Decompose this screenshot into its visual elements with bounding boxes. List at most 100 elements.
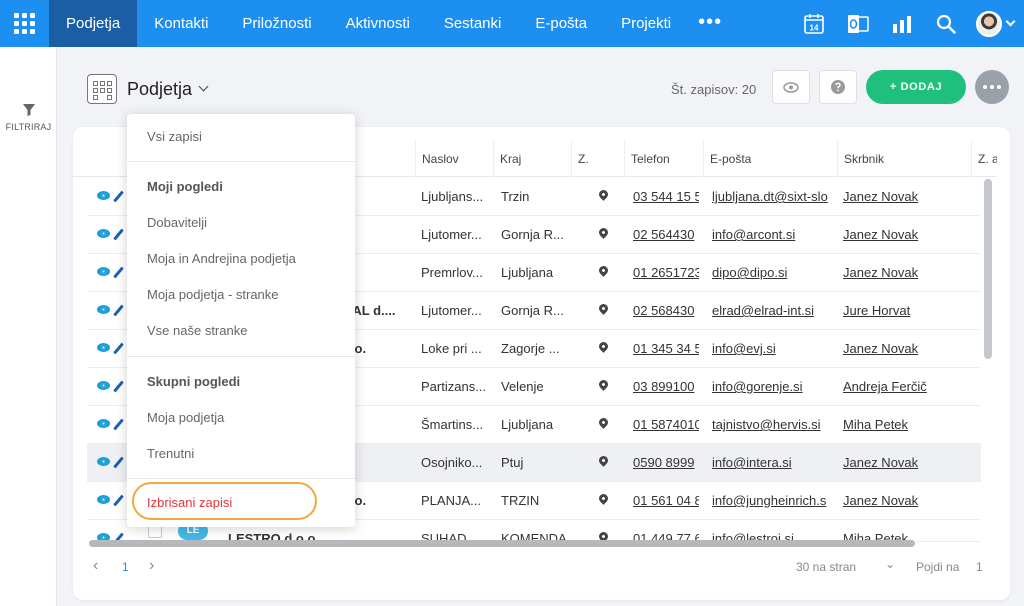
filter-button[interactable]: FILTRIRAJ [0, 103, 57, 132]
eye-icon[interactable] [97, 191, 110, 200]
nav-sestanki[interactable]: Sestanki [427, 0, 519, 47]
cell-telefon[interactable]: 01 345 34 5 [633, 330, 699, 367]
cell-skrbnik[interactable]: Janez Novak [843, 216, 961, 253]
eye-icon[interactable] [97, 495, 110, 504]
map-pin-icon[interactable] [597, 378, 610, 391]
horizontal-scrollbar[interactable] [89, 540, 915, 547]
reports-chart-icon[interactable] [880, 0, 924, 47]
cell-telefon[interactable]: 03 544 15 5 [633, 178, 699, 215]
preview-toggle-button[interactable] [772, 70, 810, 104]
cell-skrbnik[interactable]: Andreja Ferčič [843, 368, 961, 405]
cell-telefon[interactable]: 03 899100 [633, 368, 699, 405]
cell-eposta[interactable]: info@gorenje.si [712, 368, 831, 405]
vertical-scrollbar[interactable] [984, 179, 992, 359]
cell-skrbnik[interactable]: Janez Novak [843, 178, 961, 215]
eye-icon[interactable] [97, 419, 110, 428]
nav-aktivnosti[interactable]: Aktivnosti [329, 0, 427, 47]
map-pin-icon[interactable] [597, 302, 610, 315]
user-menu[interactable] [968, 0, 1024, 47]
cell-eposta[interactable]: tajnistvo@hervis.si [712, 406, 831, 443]
map-pin-icon[interactable] [597, 340, 610, 353]
col-kraj[interactable]: Kraj [493, 141, 571, 177]
eye-icon[interactable] [97, 457, 110, 466]
page-title[interactable]: Podjetja [127, 79, 192, 100]
edit-icon[interactable] [113, 342, 124, 355]
cell-eposta[interactable]: info@intera.si [712, 444, 831, 481]
edit-icon[interactable] [113, 190, 124, 203]
cell-eposta[interactable]: info@evj.si [712, 330, 831, 367]
view-selector[interactable]: Podjetja [87, 72, 209, 106]
help-button[interactable] [819, 70, 857, 104]
cell-skrbnik[interactable]: Janez Novak [843, 444, 961, 481]
col-eposta[interactable]: E-pošta [703, 141, 837, 177]
edit-icon[interactable] [113, 456, 124, 469]
current-page[interactable]: 1 [122, 560, 129, 574]
cell-telefon[interactable]: 02 564430 [633, 216, 699, 253]
view-trenutni[interactable]: Trenutni [147, 446, 194, 461]
cell-eposta[interactable]: info@lestroi.si [712, 520, 831, 541]
edit-icon[interactable] [113, 304, 124, 317]
map-pin-icon[interactable] [597, 492, 610, 505]
cell-telefon[interactable]: 0590 8999 [633, 444, 699, 481]
outlook-icon[interactable] [836, 0, 880, 47]
avatar[interactable] [976, 10, 1002, 37]
cell-telefon[interactable]: 01 449 77 6 [633, 520, 699, 541]
map-pin-icon[interactable] [597, 264, 610, 277]
eye-icon[interactable] [97, 381, 110, 390]
map-pin-icon[interactable] [597, 454, 610, 467]
view-moja-in-andrejina[interactable]: Moja in Andrejina podjetja [147, 251, 296, 266]
cell-eposta[interactable]: ljubljana.dt@sixt-slo [712, 178, 831, 215]
cell-skrbnik[interactable]: Miha Petek [843, 520, 961, 541]
nav-eposta[interactable]: E-pošta [518, 0, 604, 47]
eye-icon[interactable] [97, 343, 110, 352]
cell-telefon[interactable]: 02 568430 [633, 292, 699, 329]
edit-icon[interactable] [113, 380, 124, 393]
goto-input[interactable]: 1 [976, 560, 983, 574]
edit-icon[interactable] [113, 418, 124, 431]
chevron-down-icon[interactable]: ⌄ [885, 557, 895, 571]
cell-eposta[interactable]: elrad@elrad-int.si [712, 292, 831, 329]
cell-telefon[interactable]: 01 561 04 8 [633, 482, 699, 519]
view-moja-podjetja[interactable]: Moja podjetja [147, 410, 224, 425]
cell-skrbnik[interactable]: Janez Novak [843, 482, 961, 519]
cell-eposta[interactable]: dipo@dipo.si [712, 254, 831, 291]
map-pin-icon[interactable] [597, 416, 610, 429]
edit-icon[interactable] [113, 228, 124, 241]
nav-podjetja[interactable]: Podjetja [49, 0, 138, 47]
view-dobavitelji[interactable]: Dobavitelji [147, 215, 207, 230]
nav-more-button[interactable]: ••• [688, 0, 732, 47]
more-actions-button[interactable] [975, 70, 1009, 104]
view-deleted-records[interactable]: Izbrisani zapisi [147, 495, 232, 510]
cell-telefon[interactable]: 01 2651723 [633, 254, 699, 291]
search-icon[interactable] [924, 0, 968, 47]
col-z[interactable]: Z. [571, 141, 624, 177]
view-vse-nase-stranke[interactable]: Vse naše stranke [147, 323, 247, 338]
map-pin-icon[interactable] [597, 226, 610, 239]
cell-skrbnik[interactable]: Jure Horvat [843, 292, 961, 329]
prev-page-button[interactable]: ‹ [93, 557, 98, 575]
add-button[interactable]: + DODAJ [866, 70, 966, 104]
next-page-button[interactable]: › [149, 557, 154, 575]
nav-kontakti[interactable]: Kontakti [137, 0, 225, 47]
per-page-select[interactable]: 30 na stran [796, 560, 856, 574]
col-telefon[interactable]: Telefon [624, 141, 703, 177]
cell-skrbnik[interactable]: Janez Novak [843, 254, 961, 291]
nav-priloznosti[interactable]: Priložnosti [225, 0, 328, 47]
edit-icon[interactable] [113, 266, 124, 279]
cell-telefon[interactable]: 01 5874010 [633, 406, 699, 443]
eye-icon[interactable] [97, 267, 110, 276]
eye-icon[interactable] [97, 229, 110, 238]
cell-skrbnik[interactable]: Miha Petek [843, 406, 961, 443]
nav-projekti[interactable]: Projekti [604, 0, 688, 47]
cell-eposta[interactable]: info@arcont.si [712, 216, 831, 253]
calendar-icon[interactable]: 14 [792, 0, 836, 47]
col-skrbnik[interactable]: Skrbnik [837, 141, 971, 177]
cell-skrbnik[interactable]: Janez Novak [843, 330, 961, 367]
apps-grid-icon[interactable] [0, 0, 49, 47]
cell-eposta[interactable]: info@jungheinrich.s [712, 482, 831, 519]
map-pin-icon[interactable] [597, 188, 610, 201]
col-naslov[interactable]: Naslov [415, 141, 493, 177]
view-moja-podjetja-stranke[interactable]: Moja podjetja - stranke [147, 287, 279, 302]
eye-icon[interactable] [97, 305, 110, 314]
edit-icon[interactable] [113, 494, 124, 507]
